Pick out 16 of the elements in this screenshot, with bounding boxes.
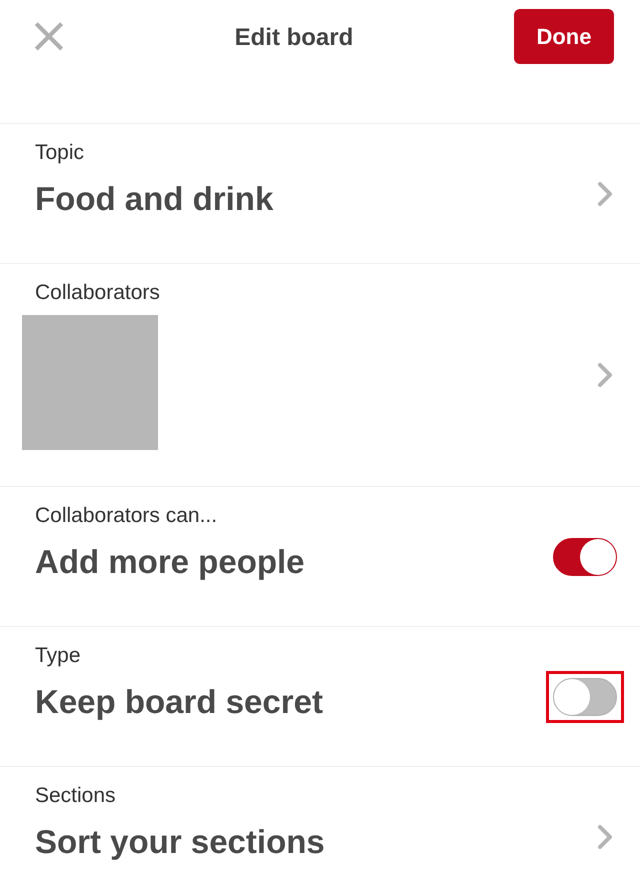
row-value: Sort your sections	[35, 822, 325, 862]
row-value: Add more people	[35, 542, 305, 582]
row-label: Collaborators can...	[35, 504, 218, 528]
chevron-icon[interactable]	[598, 182, 612, 206]
chevron-icon[interactable]	[598, 363, 612, 387]
window-title: Edit board	[234, 24, 354, 52]
row-label: Topic	[35, 141, 86, 165]
row-value: Food and drink	[35, 179, 274, 219]
chevron-icon[interactable]	[598, 824, 612, 848]
row-value: Keep board secret	[35, 682, 323, 722]
row-label: Sections	[35, 784, 117, 808]
toggle-switch[interactable]	[553, 538, 617, 576]
toggle-switch[interactable]	[553, 678, 617, 716]
row-label: Collaborators	[34, 281, 160, 305]
done-button[interactable]: Done	[514, 9, 614, 64]
row-label: Type	[35, 644, 82, 668]
